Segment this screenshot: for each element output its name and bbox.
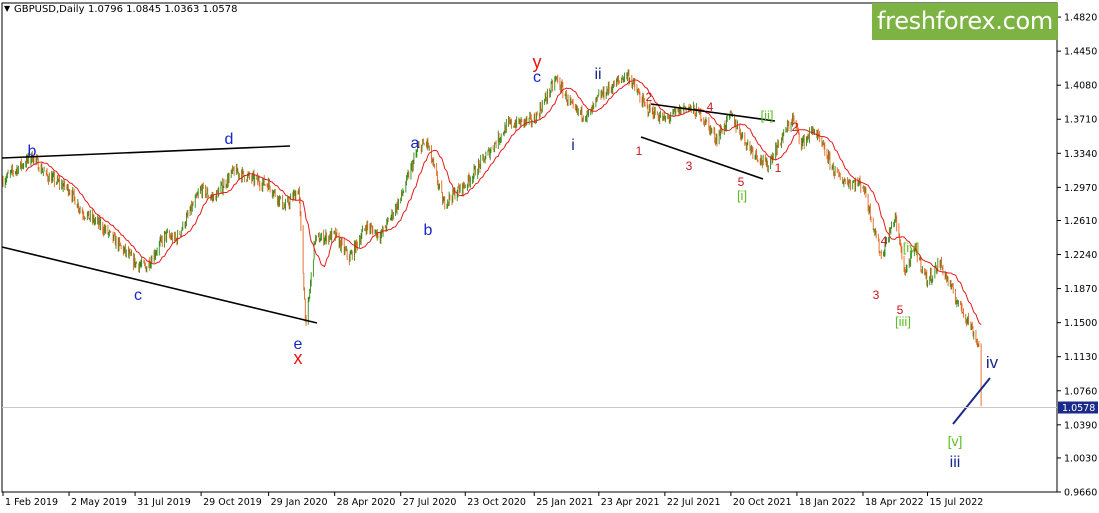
time-tick-label: 31 Jul 2019 — [137, 497, 191, 508]
wave-label: 5 — [738, 175, 745, 189]
time-tick-label: 27 Jul 2020 — [403, 497, 457, 508]
wave-label: 3 — [873, 288, 880, 302]
price-tick-label: 1.4450 — [1064, 47, 1097, 58]
time-tick-label: 20 Oct 2021 — [733, 497, 792, 508]
price-tick-label: 1.1130 — [1064, 352, 1097, 363]
price-tick-label: 1.1870 — [1064, 284, 1097, 295]
wave-label: d — [225, 131, 234, 148]
price-tick-label: 1.0030 — [1064, 453, 1097, 464]
price-tick-label: 1.0390 — [1064, 420, 1097, 431]
wave-label: b — [28, 143, 37, 160]
time-tick-label: 29 Oct 2019 — [203, 497, 262, 508]
current-price-label: 1.0578 — [1062, 403, 1095, 414]
price-axis: 1.4820 1.4450 1.4080 1.3710 1.3340 1.2970 1.26… — [2, 13, 1098, 499]
price-tick-label: 1.3710 — [1064, 115, 1097, 126]
time-tick-label: 25 Jan 2021 — [536, 497, 593, 508]
wave-label: 1 — [775, 161, 782, 175]
price-candles — [2, 69, 982, 407]
wave-label: [v] — [948, 433, 963, 449]
wave-label: x — [294, 348, 303, 368]
wave-label: 4 — [881, 234, 888, 248]
time-tick-label: 29 Jan 2020 — [271, 497, 328, 508]
wave-label: 1 — [636, 144, 643, 158]
chart-frame — [1, 2, 1058, 493]
wave-label: 2 — [792, 120, 799, 134]
price-tick-label: 1.0760 — [1064, 386, 1097, 397]
wave-label: ii — [594, 66, 601, 83]
price-tick-label: 0.9660 — [1064, 488, 1097, 499]
collapse-arrow-icon: ▼ — [4, 4, 11, 13]
time-tick-label: 18 Jan 2022 — [799, 497, 856, 508]
time-tick-label: 28 Apr 2020 — [337, 497, 396, 508]
trendline — [1, 145, 291, 159]
symbol-label: GBPUSD,Daily — [14, 4, 85, 15]
price-tick-label: 1.4820 — [1064, 13, 1097, 24]
wave-label: iv — [986, 353, 999, 372]
time-tick-label: 22 Jul 2021 — [667, 497, 721, 508]
wave-label: 3 — [686, 159, 693, 173]
time-tick-label: 15 Jul 2022 — [930, 497, 984, 508]
ohlc-readout: 1.0796 1.0845 1.0363 1.0578 — [88, 4, 238, 15]
wave-label: c — [134, 287, 142, 304]
time-axis: 1 Feb 2019 2 May 2019 31 Jul 2019 29 Oct 20… — [2, 492, 984, 508]
time-tick-label: 23 Oct 2020 — [467, 497, 526, 508]
wave-labels: bcdexabyciii12345[i][ii]12345[iii][iv][v… — [28, 52, 999, 471]
price-chart[interactable]: bcdexabyciii12345[i][ii]12345[iii][iv][v… — [0, 0, 1099, 513]
trendline — [1, 246, 318, 324]
price-tick-label: 1.2970 — [1064, 183, 1097, 194]
wave-label: 4 — [707, 100, 714, 114]
time-tick-label: 23 Apr 2021 — [601, 497, 660, 508]
wave-label: i — [571, 137, 575, 154]
wave-label: iii — [950, 454, 961, 471]
plot-border — [1, 2, 1058, 493]
wave-label: c — [533, 69, 541, 86]
wave-label: [i] — [737, 188, 747, 203]
trendline — [952, 377, 991, 425]
chart-header: ▼ GBPUSD,Daily 1.0796 1.0845 1.0363 1.05… — [4, 4, 238, 15]
price-tick-label: 1.1500 — [1064, 318, 1097, 329]
wave-label: [iv] — [903, 240, 920, 255]
price-tick-label: 1.3340 — [1064, 149, 1097, 160]
wave-label: [ii] — [761, 108, 774, 123]
wave-label: b — [424, 222, 433, 239]
wave-label: a — [411, 135, 420, 152]
price-tick-label: 1.4080 — [1064, 81, 1097, 92]
time-tick-label: 18 Apr 2022 — [865, 497, 924, 508]
time-tick-label: 2 May 2019 — [71, 497, 127, 508]
freshforex-logo[interactable]: freshforex.com — [872, 3, 1058, 40]
price-tick-label: 1.2610 — [1064, 216, 1097, 227]
price-tick-label: 1.2240 — [1064, 250, 1097, 261]
time-tick-label: 1 Feb 2019 — [5, 497, 58, 508]
wave-label: [iii] — [895, 314, 911, 329]
wave-label: 2 — [646, 90, 653, 104]
